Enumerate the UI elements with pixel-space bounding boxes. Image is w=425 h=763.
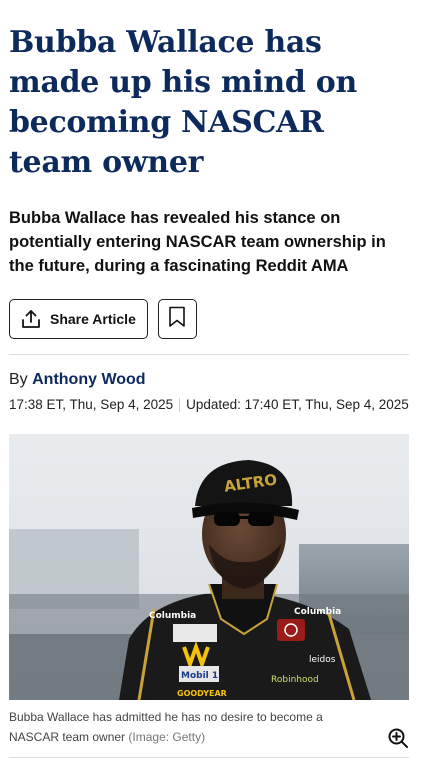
article-actions: Share Article xyxy=(9,299,409,339)
suit-logo-columbia-left: Columbia xyxy=(149,611,196,621)
bottom-divider xyxy=(9,757,409,758)
article-page: Bubba Wallace has made up his mind on be… xyxy=(0,0,425,763)
article-headline: Bubba Wallace has made up his mind on be… xyxy=(9,25,357,180)
suit-logo-leidos: leidos xyxy=(309,655,336,665)
article-standfirst: Bubba Wallace has revealed his stance on… xyxy=(9,209,386,275)
driver-photo: ALTRO Columbia Columbia Mobil 1 GOODYEAR… xyxy=(9,434,409,700)
suit-logo-columbia-right: Columbia xyxy=(294,607,341,617)
zoom-in-icon[interactable] xyxy=(387,727,409,749)
share-article-label: Share Article xyxy=(50,311,136,327)
bookmark-icon xyxy=(168,306,186,333)
published-time: 17:38 ET, Thu, Sep 4, 2025 xyxy=(9,397,174,412)
hero-image[interactable]: ALTRO Columbia Columbia Mobil 1 GOODYEAR… xyxy=(9,434,409,700)
byline: By Anthony Wood xyxy=(9,370,409,390)
image-caption: Bubba Wallace has admitted he has no des… xyxy=(9,707,409,749)
suit-logo-mobil: Mobil 1 xyxy=(181,671,218,681)
bookmark-button[interactable] xyxy=(157,299,197,339)
share-article-button[interactable]: Share Article xyxy=(9,299,148,339)
caption-credit: (Image: Getty) xyxy=(128,730,206,744)
article-dates: 17:38 ET, Thu, Sep 4, 2025 Updated: 17:4… xyxy=(9,396,409,414)
section-divider xyxy=(9,354,409,355)
suit-logo-goodyear: GOODYEAR xyxy=(177,689,227,698)
date-separator xyxy=(179,398,181,412)
updated-time: Updated: 17:40 ET, Thu, Sep 4, 2025 xyxy=(186,397,409,412)
author-link[interactable]: Anthony Wood xyxy=(32,371,145,388)
suit-logo-robinhood: Robinhood xyxy=(271,675,319,685)
share-upload-icon xyxy=(20,308,42,330)
byline-prefix: By xyxy=(9,371,28,388)
